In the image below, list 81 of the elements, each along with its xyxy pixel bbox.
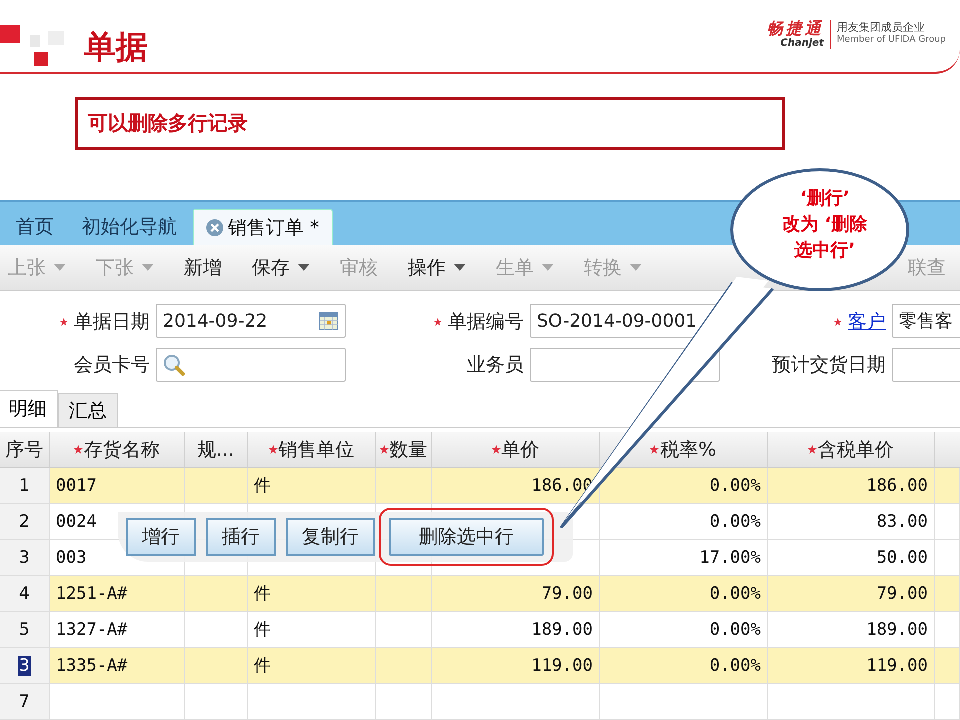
field-label: 单据日期 bbox=[74, 310, 150, 335]
input-field[interactable]: 2014-09-22 bbox=[156, 304, 346, 338]
tab[interactable]: 销售订单 * bbox=[193, 209, 333, 245]
slide-title: 单据 bbox=[84, 27, 148, 68]
menu-button[interactable]: 插行 bbox=[206, 518, 276, 556]
input-field[interactable] bbox=[156, 348, 346, 382]
column-header[interactable]: 序号 bbox=[0, 432, 50, 468]
row-number[interactable]: 5 bbox=[0, 612, 50, 648]
search-icon[interactable] bbox=[163, 354, 185, 376]
brand-name-latin: Chanjet bbox=[780, 38, 824, 49]
tab[interactable]: 首页 bbox=[4, 209, 66, 245]
tab[interactable]: 初始化导航 bbox=[70, 209, 189, 245]
row-number[interactable]: 2 bbox=[0, 504, 50, 540]
table-cell bbox=[935, 468, 960, 504]
caret-icon bbox=[630, 264, 642, 272]
table-cell: 件 bbox=[248, 468, 376, 504]
table-cell bbox=[376, 648, 432, 684]
table-cell: 0.00% bbox=[600, 504, 768, 540]
callout-text: ‘删行’ bbox=[800, 187, 850, 211]
row-number[interactable]: 7 bbox=[0, 684, 50, 720]
calendar-icon[interactable] bbox=[319, 311, 339, 331]
table-cell bbox=[935, 504, 960, 540]
field-label: 会员卡号 bbox=[74, 353, 150, 378]
table-cell: 83.00 bbox=[768, 504, 935, 540]
group-label: 用友集团成员企业 bbox=[836, 20, 926, 35]
table-cell bbox=[935, 684, 960, 720]
table-cell bbox=[185, 576, 248, 612]
caret-icon bbox=[454, 264, 466, 272]
toolbar-button[interactable]: 操作 bbox=[400, 254, 474, 280]
table-cell: 0.00% bbox=[600, 648, 768, 684]
table-cell bbox=[935, 576, 960, 612]
table-cell: 1251-A# bbox=[50, 576, 185, 612]
table-cell: 79.00 bbox=[432, 576, 600, 612]
caret-icon bbox=[298, 264, 310, 272]
group-label-latin: Member of UFIDA Group bbox=[836, 35, 946, 45]
column-header[interactable]: 规... bbox=[185, 432, 248, 468]
table-cell: 79.00 bbox=[768, 576, 935, 612]
toolbar-button[interactable]: 保存 bbox=[244, 254, 318, 280]
column-header[interactable]: 含税单价 bbox=[768, 432, 935, 468]
input-field[interactable] bbox=[892, 348, 960, 382]
menu-button[interactable]: 复制行 bbox=[286, 518, 375, 556]
row-number[interactable]: 4 bbox=[0, 576, 50, 612]
table-cell: 0.00% bbox=[600, 576, 768, 612]
column-header bbox=[935, 432, 960, 468]
brand-name: 畅捷通 bbox=[766, 20, 824, 38]
tab[interactable]: 明细 bbox=[0, 390, 58, 427]
column-header[interactable]: 存货名称 bbox=[50, 432, 185, 468]
table-cell: 119.00 bbox=[432, 648, 600, 684]
table-cell bbox=[376, 684, 432, 720]
column-header[interactable]: 数量 bbox=[376, 432, 432, 468]
table-cell bbox=[376, 576, 432, 612]
table-cell: 件 bbox=[248, 576, 376, 612]
field-label: 业务员 bbox=[467, 353, 524, 378]
menu-button[interactable]: 增行 bbox=[126, 518, 196, 556]
table-cell: 件 bbox=[248, 648, 376, 684]
row-number[interactable]: 3 bbox=[0, 540, 50, 576]
table-cell: 0017 bbox=[50, 468, 185, 504]
caret-icon bbox=[542, 264, 554, 272]
table-cell: 186.00 bbox=[768, 468, 935, 504]
tab[interactable]: 汇总 bbox=[58, 393, 118, 427]
field-label: 预计交货日期 bbox=[772, 353, 886, 378]
field-label: 单据编号 bbox=[448, 310, 524, 335]
row-number[interactable]: 1 bbox=[0, 468, 50, 504]
caret-icon bbox=[54, 264, 66, 272]
table-cell: 119.00 bbox=[768, 648, 935, 684]
callout-text: 选中行’ bbox=[794, 239, 856, 263]
callout-text: 改为 ‘删除 bbox=[782, 213, 868, 237]
field-label-link[interactable]: 客户 bbox=[848, 308, 886, 335]
table-cell bbox=[185, 648, 248, 684]
table-cell: 1335-A# bbox=[50, 648, 185, 684]
input-field[interactable]: 零售客 bbox=[892, 304, 960, 338]
caret-icon bbox=[142, 264, 154, 272]
table-cell bbox=[185, 684, 248, 720]
note-box: 可以删除多行记录 bbox=[75, 97, 785, 150]
column-header[interactable]: 销售单位 bbox=[248, 432, 376, 468]
column-header[interactable]: 单价 bbox=[432, 432, 600, 468]
row-number[interactable]: 3 bbox=[0, 648, 50, 684]
table-cell bbox=[935, 648, 960, 684]
toolbar-button[interactable]: 新增 bbox=[176, 254, 230, 280]
close-icon[interactable] bbox=[206, 218, 224, 236]
table-cell: 0.00% bbox=[600, 468, 768, 504]
